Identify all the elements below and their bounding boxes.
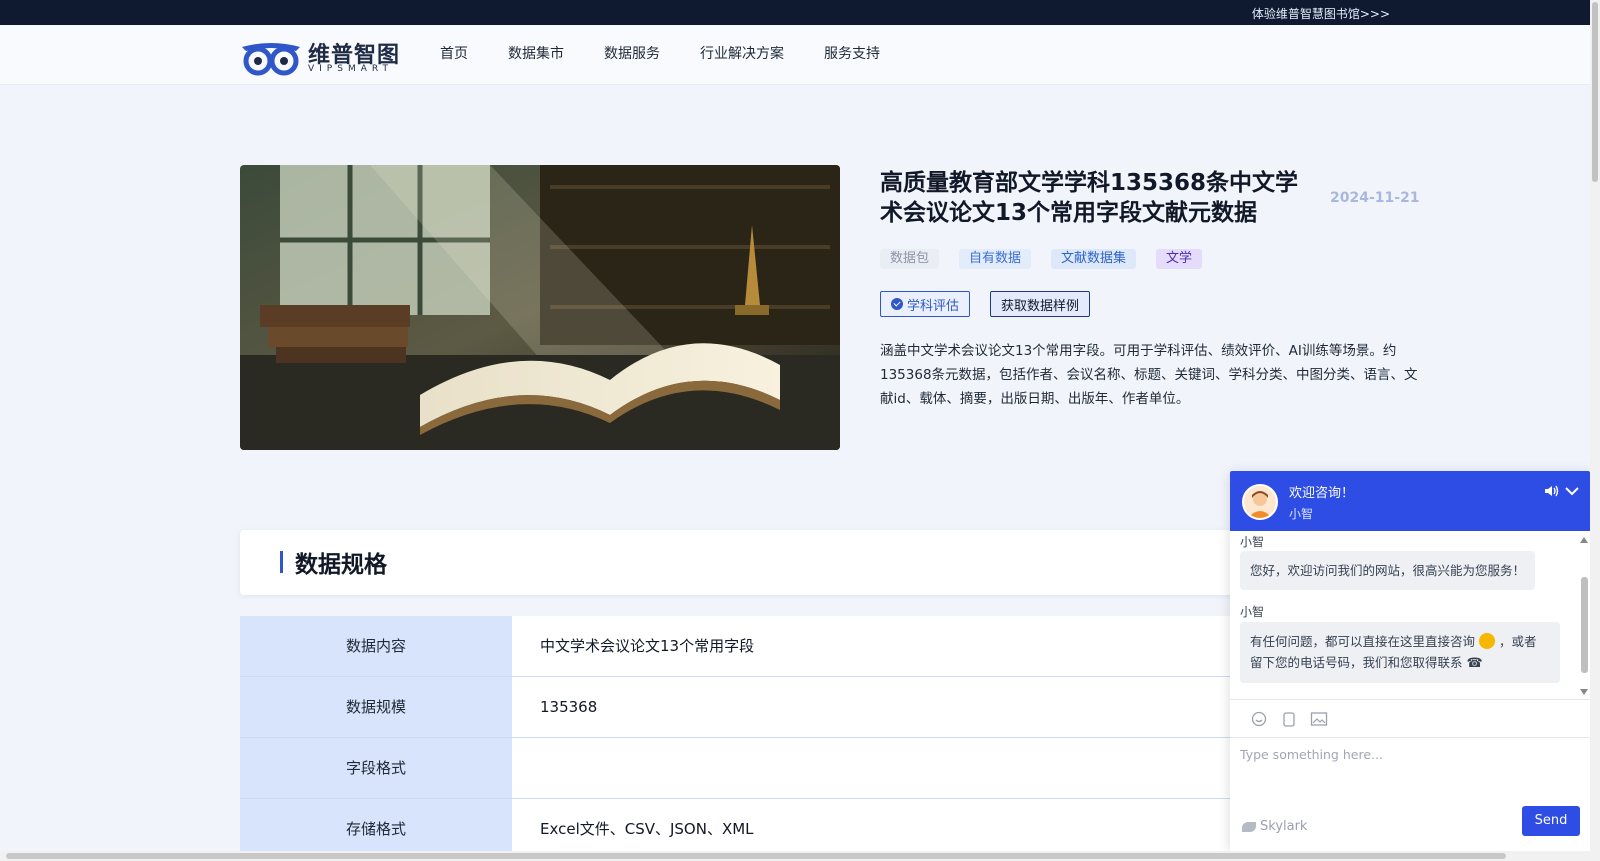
message-sender: 小智 (1240, 535, 1265, 549)
table-row: 字段格式 (240, 738, 1250, 799)
section-accent-bar (280, 551, 283, 573)
main-nav: 首页 数据集市 数据服务 行业解决方案 服务支持 (440, 43, 880, 63)
speaker-icon[interactable] (1544, 484, 1560, 498)
brand-logo[interactable]: 维普智图 VIPSMART (240, 35, 405, 77)
message-text: 有任何问题，都可以直接在这里直接咨询 (1250, 634, 1476, 649)
brand-label: Skylark (1260, 819, 1308, 834)
spec-value: 135368 (512, 677, 1250, 737)
chat-scroll-thumb[interactable] (1581, 577, 1588, 673)
dataset-actions: 学科评估 获取数据样例 (880, 291, 1091, 317)
page-vertical-scrollbar[interactable] (1590, 0, 1600, 861)
brand-subtitle: VIPSMART (308, 64, 393, 74)
phone-icon: ☎ (1466, 656, 1483, 671)
image-icon[interactable] (1310, 711, 1328, 727)
powered-by: Skylark (1242, 819, 1307, 834)
tag-literature-dataset[interactable]: 文献数据集 (1051, 249, 1137, 269)
spec-section-header: 数据规格 (240, 530, 1260, 595)
owl-logo-icon (242, 43, 300, 76)
chat-title: 欢迎咨询！ (1289, 486, 1355, 501)
scroll-up-arrow[interactable] (1580, 537, 1588, 543)
dataset-description: 涵盖中文学术会议论文13个常用字段。可用于学科评估、绩效评价、AI训练等场景。约… (880, 343, 1418, 407)
message-text: 留下您的电话号码，我们和您取得联系 (1250, 655, 1463, 670)
spec-value: 中文学术会议论文13个常用字段 (512, 616, 1250, 676)
table-row: 数据内容 中文学术会议论文13个常用字段 (240, 616, 1250, 677)
publish-date: 2024-11-21 (1330, 190, 1420, 206)
nav-data-market[interactable]: 数据集市 (508, 43, 564, 63)
spec-heading: 数据规格 (295, 552, 387, 578)
subject-eval-button[interactable]: 学科评估 (880, 291, 971, 317)
spec-key: 数据规模 (240, 677, 512, 737)
tag-literature[interactable]: 文学 (1156, 249, 1203, 269)
chat-scrollbar[interactable] (1580, 537, 1588, 695)
subject-eval-label: 学科评估 (907, 298, 960, 314)
attach-icon[interactable] (1280, 711, 1298, 727)
spec-value (512, 738, 1250, 798)
get-sample-button[interactable]: 获取数据样例 (990, 291, 1091, 317)
message-bubble: 有任何问题，都可以直接在这里直接咨询 ，或者 留下您的电话号码，我们和您取得联系… (1240, 622, 1560, 683)
message-text: ，或者 (1498, 634, 1537, 649)
chevron-down-icon[interactable] (1564, 484, 1580, 498)
spec-key: 数据内容 (240, 616, 512, 676)
message-sender: 小智 (1240, 605, 1265, 619)
table-row: 数据规模 135368 (240, 677, 1250, 738)
nav-home[interactable]: 首页 (440, 43, 468, 63)
dataset-title: 高质量教育部文学学科135368条中文学术会议论文13个常用字段文献元数据 (880, 170, 1299, 226)
nav-data-service[interactable]: 数据服务 (604, 43, 660, 63)
message-text: 您好，欢迎访问我们的网站，很高兴能为您服务！ (1250, 563, 1526, 578)
tag-own-data[interactable]: 自有数据 (959, 249, 1032, 269)
scroll-down-arrow[interactable] (1580, 689, 1588, 695)
page-hscroll-thumb[interactable] (6, 853, 1506, 859)
chat-toolbar (1230, 699, 1590, 738)
chat-messages: 小智 您好，欢迎访问我们的网站，很高兴能为您服务！ 小智 有任何问题，都可以直接… (1230, 531, 1590, 699)
spec-table: 数据内容 中文学术会议论文13个常用字段 数据规模 135368 字段格式 存储… (240, 616, 1250, 860)
get-sample-label: 获取数据样例 (1001, 298, 1080, 314)
spec-key: 存储格式 (240, 799, 512, 859)
tag-data-package[interactable]: 数据包 (880, 249, 940, 269)
nav-industry-solutions[interactable]: 行业解决方案 (700, 43, 784, 63)
chat-agent-name: 小智 (1289, 507, 1314, 521)
page-horizontal-scrollbar[interactable] (0, 851, 1590, 861)
emoji-icon[interactable] (1250, 711, 1268, 727)
message-bubble: 您好，欢迎访问我们的网站，很高兴能为您服务！ (1240, 551, 1536, 590)
site-header: 维普智图 VIPSMART 首页 数据集市 数据服务 行业解决方案 服务支持 (0, 25, 1590, 85)
chat-message-input[interactable]: Type something here... (1240, 747, 1383, 762)
spec-key: 字段格式 (240, 738, 512, 798)
top-bar: 体验维普智慧图书馆>>> (0, 0, 1600, 25)
bird-icon (1242, 821, 1256, 832)
smiley-icon (1479, 633, 1495, 649)
send-button[interactable]: Send (1522, 806, 1580, 836)
agent-avatar (1242, 484, 1278, 520)
spec-value: Excel文件、CSV、JSON、XML (512, 799, 1250, 859)
chat-header[interactable]: 欢迎咨询！ 小智 (1230, 471, 1590, 531)
nav-support[interactable]: 服务支持 (824, 43, 880, 63)
smart-library-link[interactable]: 体验维普智慧图书馆>>> (1252, 5, 1390, 22)
page-scroll-thumb[interactable] (1592, 2, 1598, 182)
tag-list: 数据包 自有数据 文献数据集 文学 (880, 249, 1203, 269)
chat-widget: 欢迎咨询！ 小智 小智 您好，欢迎访问我们的网站，很高兴能为您服务！ 小智 有任… (1230, 471, 1590, 851)
dataset-cover-image (240, 165, 840, 450)
check-circle-icon (891, 298, 903, 310)
